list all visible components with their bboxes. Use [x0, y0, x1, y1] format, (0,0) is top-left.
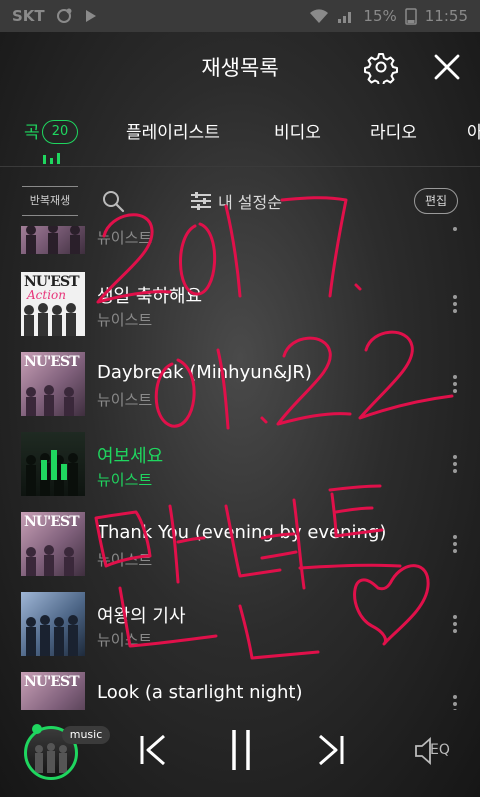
- pause-icon[interactable]: [228, 728, 254, 772]
- group-photo-icon: [24, 303, 76, 336]
- album-art: NU'EST: [21, 352, 85, 416]
- notification-icons: [55, 7, 99, 25]
- search-icon[interactable]: [100, 188, 126, 214]
- tab-videos[interactable]: 비디오: [274, 118, 321, 143]
- song-title: 생일 축하해요: [97, 286, 203, 307]
- sort-label[interactable]: 내 설정순: [218, 189, 282, 213]
- group-photo-icon: [26, 615, 78, 656]
- play-store-icon: [85, 10, 96, 22]
- artist-name: 뉴이스트: [97, 631, 153, 649]
- signal-icon: [338, 12, 352, 23]
- list-item[interactable]: NU'EST Action 생일 축하해요 뉴이스트: [0, 272, 480, 352]
- wifi-icon: [310, 9, 329, 23]
- page-title: 재생목록: [201, 56, 279, 80]
- status-bar: SKT 15% 11:55: [0, 0, 480, 32]
- now-playing-bars-icon: [41, 450, 67, 480]
- gear-icon[interactable]: [364, 50, 398, 84]
- artist-name: 뉴이스트: [97, 551, 153, 569]
- list-item[interactable]: NU'EST Daybreak (Minhyun&JR) 뉴이스트: [0, 352, 480, 432]
- tab-playlists[interactable]: 플레이리스트: [126, 118, 220, 143]
- tab-more[interactable]: 아: [467, 118, 480, 143]
- eq-label[interactable]: EQ: [430, 742, 450, 758]
- toolbar: 반복재생 내 설정순 편집: [0, 178, 480, 224]
- now-playing-bars-icon: [43, 153, 60, 164]
- songs-count-badge: 20: [42, 120, 78, 144]
- group-photo-icon: [26, 545, 74, 576]
- more-options-icon[interactable]: [446, 532, 464, 558]
- more-options-icon[interactable]: [446, 692, 464, 710]
- more-options-icon[interactable]: [446, 226, 464, 236]
- list-item[interactable]: NU'EST Look (a starlight night): [0, 672, 480, 710]
- header: 재생목록: [0, 32, 480, 102]
- song-title: Daybreak (Minhyun&JR): [97, 362, 312, 383]
- album-art: NU'EST: [21, 672, 85, 710]
- album-art: NU'EST: [21, 512, 85, 576]
- battery-icon: [405, 8, 417, 25]
- tab-songs[interactable]: 곡: [24, 118, 40, 143]
- album-art-title: NU'EST: [24, 354, 79, 370]
- song-title: 여보세요: [97, 446, 164, 467]
- tab-bar: 곡 20 플레이리스트 비디오 라디오 아: [0, 104, 480, 166]
- song-title: Thank You (evening by evening): [97, 522, 387, 543]
- status-right: 15% 11:55: [309, 7, 468, 25]
- song-title: Look (a starlight night): [97, 682, 303, 703]
- album-art: [21, 432, 85, 496]
- close-icon[interactable]: [430, 50, 464, 84]
- online-indicator: [32, 724, 42, 734]
- more-options-icon[interactable]: [446, 372, 464, 398]
- artist-name: 뉴이스트: [97, 229, 153, 247]
- list-item[interactable]: 뉴이스트: [0, 226, 480, 270]
- app-badge: music: [62, 726, 110, 744]
- sync-icon: [56, 8, 72, 23]
- album-art-title: NU'EST: [24, 674, 79, 690]
- more-options-icon[interactable]: [446, 612, 464, 638]
- artist-name: 뉴이스트: [97, 471, 153, 489]
- next-track-icon[interactable]: [316, 734, 346, 766]
- group-photo-icon: [26, 226, 80, 254]
- mini-player: music EQ: [0, 712, 480, 797]
- list-item-now-playing[interactable]: 여보세요 뉴이스트: [0, 432, 480, 512]
- tabs-divider: [0, 166, 480, 167]
- list-item[interactable]: NU'EST Thank You (evening by evening) 뉴이…: [0, 512, 480, 592]
- playlist-screen: SKT 15% 11:55 재생목록 곡 20 플레이리스트 비디오 라디오 아…: [0, 0, 480, 797]
- album-art: [21, 592, 85, 656]
- carrier-label: SKT: [12, 7, 45, 25]
- artist-name: 뉴이스트: [97, 391, 153, 409]
- sort-settings-icon[interactable]: [190, 190, 212, 212]
- group-photo-icon: [26, 385, 74, 416]
- album-art: NU'EST Action: [21, 272, 85, 336]
- repeat-button[interactable]: 반복재생: [22, 186, 78, 216]
- song-title: 여왕의 기사: [97, 606, 186, 627]
- more-options-icon[interactable]: [446, 452, 464, 478]
- clock: 11:55: [424, 7, 468, 25]
- tab-radio[interactable]: 라디오: [370, 118, 417, 143]
- edit-button[interactable]: 편집: [414, 188, 458, 214]
- more-options-icon[interactable]: [446, 292, 464, 318]
- battery-percent: 15%: [363, 7, 397, 25]
- album-art-title: NU'EST: [24, 514, 79, 530]
- list-item[interactable]: 여왕의 기사 뉴이스트: [0, 592, 480, 672]
- artist-name: 뉴이스트: [97, 311, 153, 329]
- song-list: 뉴이스트 NU'EST Action 생일 축하해요 뉴이스트 NU'EST D…: [0, 226, 480, 710]
- album-art: [21, 226, 85, 254]
- previous-track-icon[interactable]: [138, 734, 168, 766]
